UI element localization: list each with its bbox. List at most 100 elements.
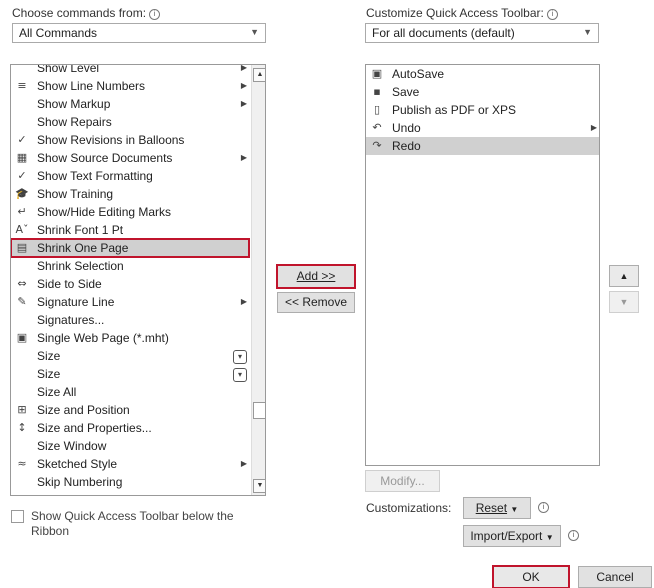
blank-icon (11, 95, 33, 113)
command-list-item-label: Show Repairs (37, 115, 112, 129)
move-down-button[interactable]: ▼ (609, 291, 639, 313)
command-list-item[interactable]: Show Level ▶ (11, 64, 249, 77)
submenu-arrow-icon: ▶ (240, 99, 247, 108)
shrink-page-icon: ▤ (16, 241, 28, 254)
publish-pdf-icon: ▯ (373, 103, 381, 116)
command-list-item-label: Show Revisions in Balloons (37, 133, 185, 147)
toolbar-list-item[interactable]: ▪ Save (366, 83, 599, 101)
import-export-button-label: Import/Export (470, 529, 543, 543)
scroll-down-icon[interactable]: ▼ (253, 479, 265, 493)
command-list-item-label: Small Caps (37, 491, 98, 495)
reset-button[interactable]: Reset ▼ (463, 497, 531, 519)
info-icon: i (568, 530, 579, 541)
blank-icon (11, 437, 33, 455)
line-numbers-icon: ≡ (17, 79, 27, 92)
size-position-icon: ⊞ (17, 403, 27, 416)
choose-commands-label: Choose commands from: i (12, 6, 161, 20)
blank-icon (11, 365, 33, 383)
command-list-item[interactable]: Small Caps (11, 491, 249, 495)
command-list-item-label: Show Text Formatting (37, 169, 153, 183)
reset-button-label: Reset (475, 501, 508, 515)
submenu-arrow-icon: ▶ (240, 297, 247, 306)
shrink-font-icon: Aˇ (15, 223, 29, 236)
info-icon: i (546, 9, 558, 20)
editing-marks-icon: ↵ (17, 205, 27, 218)
show-below-ribbon-checkbox[interactable] (11, 510, 24, 523)
scrollbar-thumb[interactable] (253, 402, 265, 419)
command-list-item-label: Size (37, 367, 61, 381)
command-list-item[interactable]: Show Repairs (11, 113, 249, 131)
command-list-item[interactable]: ↵ Show/Hide Editing Marks (11, 203, 249, 221)
toolbar-list-item[interactable]: ▣ AutoSave (366, 65, 599, 83)
command-list-item[interactable]: ▤ Shrink One Page (11, 238, 250, 258)
web-page-icon: ▣ (16, 331, 28, 344)
undo-icon: ↶ (372, 121, 382, 134)
command-list-item[interactable]: ▦ Show Source Documents ▶ (11, 149, 249, 167)
remove-button[interactable]: << Remove (277, 292, 355, 313)
toolbar-list-item-label: Redo (392, 139, 421, 153)
submenu-arrow-icon: ▶ (590, 123, 597, 132)
toolbar-list-item[interactable]: ▯ Publish as PDF or XPS (366, 101, 599, 119)
command-list-item[interactable]: Size ▾ (11, 347, 249, 365)
chevron-down-icon: ▼ (250, 27, 259, 37)
command-list-item[interactable]: Size All (11, 383, 249, 401)
toolbar-list-item[interactable]: ↷ Redo (366, 137, 599, 155)
command-list-item[interactable]: Size ▾ (11, 365, 249, 383)
ok-button-label: OK (522, 570, 540, 584)
command-list-item[interactable]: Shrink Selection (11, 257, 249, 275)
blank-icon (11, 257, 33, 275)
move-up-button[interactable]: ▲ (609, 265, 639, 287)
info-icon: i (149, 9, 161, 20)
toolbar-list-item[interactable]: ↶ Undo ▶ (366, 119, 599, 137)
customize-toolbar-combo[interactable]: For all documents (default) ▼ (365, 23, 599, 43)
toolbar-list-item-label: Save (392, 85, 420, 99)
command-list-item-label: Shrink Selection (37, 259, 124, 273)
ok-button[interactable]: OK (492, 565, 570, 588)
command-list-item[interactable]: ✓ Show Text Formatting (11, 167, 249, 185)
customize-toolbar-value: For all documents (default) (372, 26, 515, 40)
cancel-button[interactable]: Cancel (578, 566, 652, 588)
command-list-item-label: Size (37, 349, 61, 363)
command-list-item[interactable]: Size Window (11, 437, 249, 455)
scroll-up-icon[interactable]: ▲ (253, 68, 265, 82)
customize-toolbar-label: Customize Quick Access Toolbar: i (366, 6, 558, 20)
command-list-item[interactable]: Show Markup ▶ (11, 95, 249, 113)
customizations-label: Customizations: (366, 501, 452, 515)
command-list-item[interactable]: ≈ Sketched Style ▶ (11, 455, 249, 473)
command-list-item[interactable]: Skip Numbering (11, 473, 249, 491)
modify-button[interactable]: Modify... (365, 470, 440, 492)
command-list-item[interactable]: ✎ Signature Line ▶ (11, 293, 249, 311)
size-properties-icon: ↕ (17, 421, 27, 434)
command-list-item[interactable]: ▣ Single Web Page (*.mht) (11, 329, 249, 347)
import-export-button[interactable]: Import/Export ▼ (463, 525, 561, 547)
command-list-item[interactable]: ↕ Size and Properties... (11, 419, 249, 437)
modify-button-label: Modify... (380, 474, 425, 488)
blank-icon (11, 383, 33, 401)
graduation-cap-icon: 🎓 (15, 187, 29, 200)
add-button[interactable]: Add >> (276, 264, 356, 289)
command-list-item-label: Show Training (37, 187, 114, 201)
command-list-item[interactable]: ⇔ Side to Side (11, 275, 249, 293)
toolbar-list[interactable]: ▣ AutoSave ▪ Save ▯ Publish as PDF or XPS ↶ Und… (365, 64, 600, 466)
command-list-item[interactable]: ⊞ Size and Position (11, 401, 249, 419)
submenu-arrow-icon: ▶ (240, 64, 247, 72)
command-list-item[interactable]: ✓ Show Revisions in Balloons (11, 131, 249, 149)
command-list-item-label: Show Level (37, 64, 100, 75)
command-list-item-label: Show/Hide Editing Marks (37, 205, 172, 219)
command-list-item-label: Size and Properties... (37, 421, 152, 435)
commands-list[interactable]: Show Level ▶ ≡ Show Line Numbers ▶ Show Marku… (10, 64, 266, 496)
commands-scrollbar[interactable]: ▲ ▼ (251, 65, 265, 495)
command-list-item-label: Sketched Style (37, 457, 118, 471)
command-list-item[interactable]: Aˇ Shrink Font 1 Pt (11, 221, 249, 239)
cancel-button-label: Cancel (596, 570, 634, 584)
remove-button-label: << Remove (284, 295, 348, 309)
dropdown-icon: ▾ (233, 350, 247, 364)
command-list-item[interactable]: ≡ Show Line Numbers ▶ (11, 77, 249, 95)
command-list-item-label: Size Window (37, 439, 107, 453)
command-list-item[interactable]: Signatures... (11, 311, 249, 329)
command-list-item-label: Show Line Numbers (37, 79, 146, 93)
command-list-item[interactable]: 🎓 Show Training (11, 185, 249, 203)
show-below-ribbon-label: Show Quick Access Toolbar below the Ribb… (31, 509, 234, 538)
chevron-down-icon: ▼ (510, 505, 519, 514)
choose-commands-combo[interactable]: All Commands ▼ (12, 23, 266, 43)
